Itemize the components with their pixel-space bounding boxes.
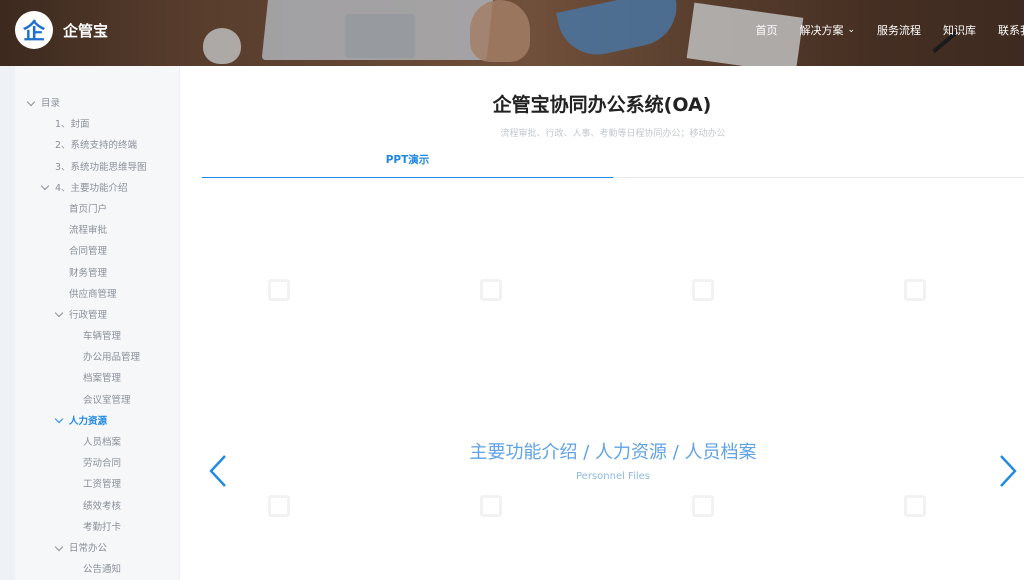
- sidebar-item-label: 公告通知: [83, 564, 122, 576]
- slide-title: 主要功能介绍 / 人力资源 / 人员档案: [469, 442, 757, 463]
- watermark: [480, 494, 542, 518]
- sidebar-item-label: 人力资源: [69, 415, 108, 427]
- watermark: [692, 494, 754, 518]
- watermark: [268, 278, 330, 302]
- sidebar-item[interactable]: 目录: [15, 93, 179, 114]
- sidebar-toc: 目录 1、封面 2、系统支持的终端 3、系统功能思维导图 4、主要功能介绍 首页门户流程审…: [15, 66, 179, 580]
- logo-glyph: 企: [22, 20, 45, 45]
- sidebar-item-label: 会议室管理: [83, 394, 131, 406]
- sidebar-item[interactable]: 4、主要功能介绍: [15, 178, 179, 199]
- sidebar-item-label: 人员档案: [83, 437, 122, 448]
- sidebar-item-label: 合同管理: [69, 246, 108, 258]
- sidebar-item[interactable]: 财务管理: [15, 263, 179, 284]
- nav-label: 服务流程: [877, 24, 921, 37]
- watermark-logo-icon: [480, 495, 502, 517]
- sidebar-item[interactable]: 公告通知: [15, 559, 179, 580]
- sidebar-item-label: 行政管理: [69, 309, 108, 321]
- sidebar-item-label: 劳动合同: [83, 458, 122, 470]
- sidebar-item[interactable]: 首页门户: [15, 199, 179, 220]
- sidebar-item[interactable]: 3、系统功能思维导图: [15, 157, 179, 178]
- sidebar-item-label: 档案管理: [83, 373, 122, 385]
- chevron-down-icon[interactable]: [41, 185, 50, 191]
- sidebar-item[interactable]: 绩效考核: [15, 496, 179, 517]
- tab-ppt-demo[interactable]: PPT演示: [202, 150, 613, 178]
- sidebar-item[interactable]: 流程审批: [15, 220, 179, 241]
- top-nav: 首页 解决方案⌄ 服务流程 知识库 联系我们: [733, 22, 1024, 38]
- chevron-down-icon[interactable]: [55, 418, 64, 424]
- nav-item-service-process[interactable]: 服务流程: [877, 22, 921, 38]
- sidebar-item[interactable]: 考勤打卡: [15, 517, 179, 538]
- chevron-down-icon[interactable]: [27, 101, 36, 107]
- watermark-logo-icon: [692, 279, 714, 301]
- sidebar-item-label: 流程审批: [69, 225, 108, 237]
- sidebar-item-label: 目录: [41, 98, 61, 109]
- nav-item-knowledge-base[interactable]: 知识库: [943, 22, 976, 38]
- logo-icon[interactable]: 企: [15, 11, 53, 49]
- sidebar-item[interactable]: 日常办公: [15, 538, 179, 559]
- sidebar-item-label: 办公用品管理: [83, 352, 141, 364]
- sidebar-item-label: 车辆管理: [83, 331, 122, 343]
- watermark-logo-icon: [268, 279, 290, 301]
- sidebar-item[interactable]: 工资管理: [15, 474, 179, 495]
- sidebar-item-label: 1、封面: [55, 119, 90, 131]
- sidebar-item[interactable]: 人力资源: [15, 411, 179, 432]
- sidebar-item-label: 绩效考核: [83, 500, 122, 512]
- nav-label: 首页: [755, 24, 778, 37]
- watermark-logo-icon: [692, 495, 714, 517]
- watermark: [692, 278, 754, 302]
- sidebar-item[interactable]: 1、封面: [15, 114, 179, 135]
- watermark: [480, 278, 542, 302]
- chevron-left-icon[interactable]: [208, 454, 228, 488]
- sidebar-item[interactable]: 供应商管理: [15, 284, 179, 305]
- nav-label: 知识库: [943, 24, 976, 37]
- sidebar-item[interactable]: 劳动合同: [15, 453, 179, 474]
- sidebar-item[interactable]: 办公用品管理: [15, 347, 179, 368]
- sidebar-item[interactable]: 车辆管理: [15, 326, 179, 347]
- sidebar-item-label: 4、主要功能介绍: [55, 182, 128, 194]
- sidebar-item-label: 首页门户: [69, 203, 108, 215]
- brand-name[interactable]: 企管宝: [63, 20, 108, 41]
- sidebar-item-label: 工资管理: [83, 479, 122, 491]
- toc-list: 目录 1、封面 2、系统支持的终端 3、系统功能思维导图 4、主要功能介绍 首页门户流程审…: [15, 66, 179, 580]
- chevron-right-icon[interactable]: [998, 454, 1018, 488]
- chevron-down-icon[interactable]: [55, 546, 64, 552]
- sidebar-item-label: 供应商管理: [69, 288, 117, 300]
- watermark: [268, 494, 330, 518]
- nav-label: 联系我们: [998, 24, 1024, 37]
- nav-item-solutions[interactable]: 解决方案 ⌄: [799, 22, 855, 38]
- page-subtitle: 流程审批、行政、人事、考勤等日程协同办公；移动办公: [500, 129, 726, 139]
- sidebar-item[interactable]: 2、系统支持的终端: [15, 135, 179, 156]
- sidebar-item-label: 日常办公: [69, 542, 108, 554]
- watermark-logo-icon: [268, 495, 290, 517]
- sidebar-item-label: 2、系统支持的终端: [55, 140, 138, 152]
- sidebar-item[interactable]: 行政管理: [15, 305, 179, 326]
- watermark-logo-icon: [480, 279, 502, 301]
- page-title: 企管宝协同办公系统(OA): [492, 94, 712, 116]
- nav-item-contact[interactable]: 联系我们: [998, 22, 1024, 38]
- slide-subtitle: Personnel Files: [576, 471, 650, 482]
- tab-active-underline: [202, 177, 613, 178]
- sidebar-item[interactable]: 合同管理: [15, 241, 179, 262]
- nav-item-home[interactable]: 首页: [755, 22, 777, 38]
- tab-divider: [613, 177, 1024, 178]
- watermark: [904, 278, 966, 302]
- sidebar-item[interactable]: 会议室管理: [15, 390, 179, 411]
- watermark-logo-icon: [904, 495, 926, 517]
- main-content: 企管宝协同办公系统(OA) 流程审批、行政、人事、考勤等日程协同办公；移动办公 …: [180, 66, 1024, 580]
- sidebar-item-label: 财务管理: [69, 267, 108, 279]
- sidebar-item[interactable]: 档案管理: [15, 368, 179, 389]
- watermark: [904, 494, 966, 518]
- nav-label: 解决方案: [799, 24, 844, 37]
- chevron-down-icon: ⌄: [847, 25, 855, 35]
- sidebar-item-label: 3、系统功能思维导图: [55, 161, 147, 173]
- sidebar-item-label: 考勤打卡: [83, 521, 122, 533]
- watermark-logo-icon: [904, 279, 926, 301]
- header-banner: 企 企管宝 首页 解决方案⌄ 服务流程 知识库 联系我们: [0, 0, 1024, 66]
- sidebar-item[interactable]: 人员档案: [15, 432, 179, 453]
- chevron-down-icon[interactable]: [55, 312, 64, 318]
